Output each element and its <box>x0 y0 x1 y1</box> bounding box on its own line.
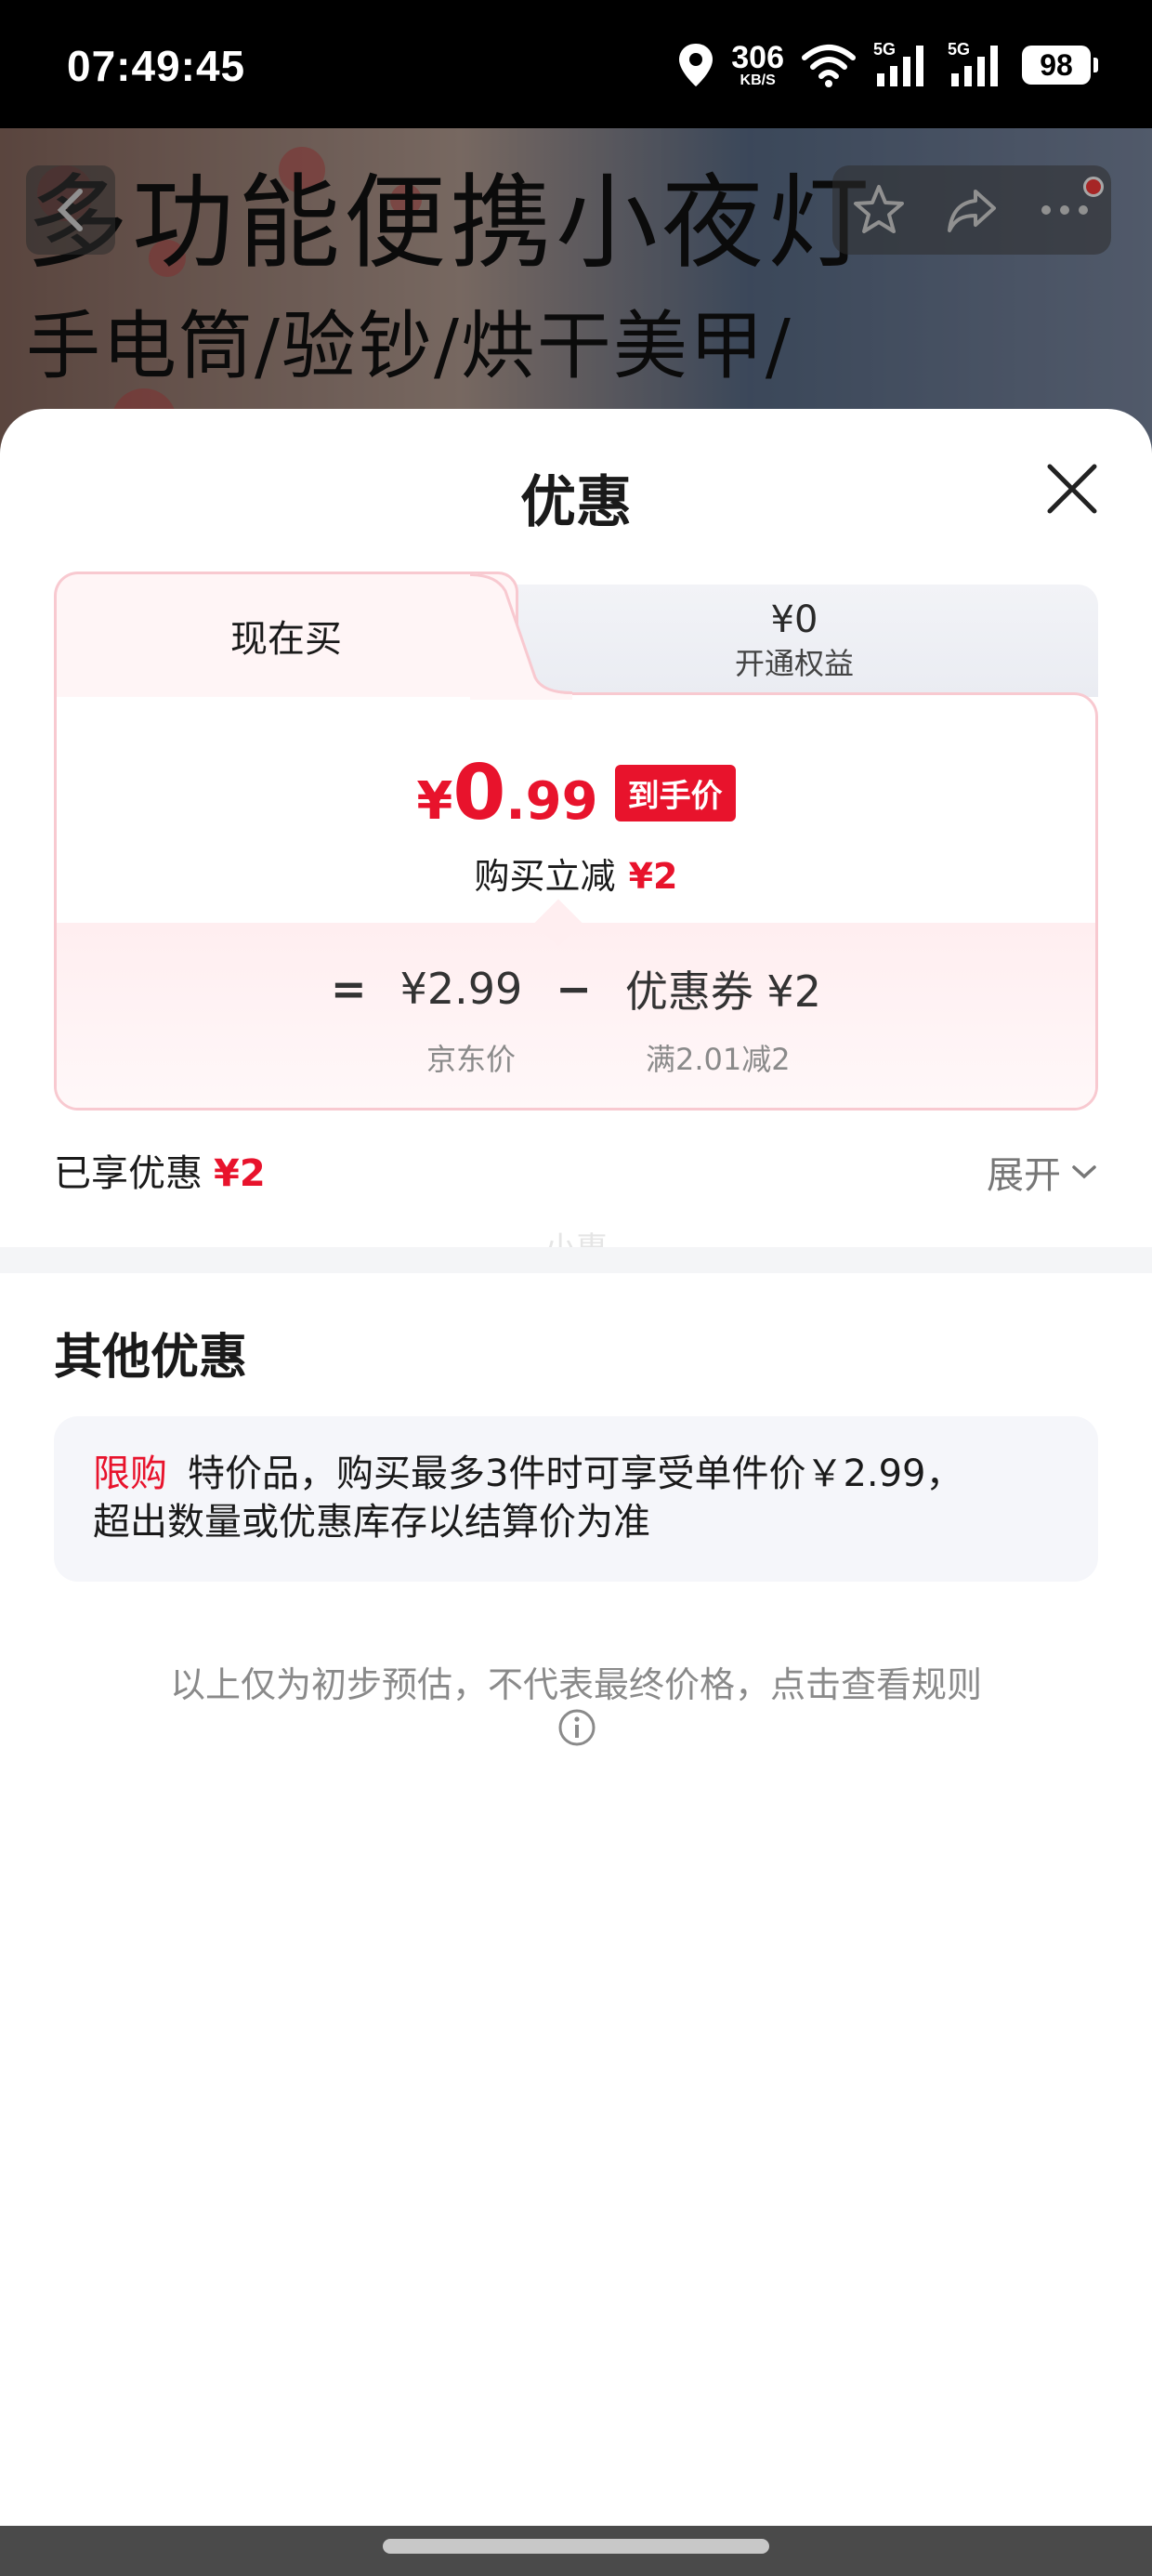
other-discounts-title: 其他优惠 <box>54 1330 248 1386</box>
battery-icon: 98 <box>1022 46 1098 85</box>
equals-sign: = <box>331 964 367 1014</box>
instant-reduce-row: 购买立减 ¥2 <box>57 848 1095 899</box>
limit-tag: 限购 <box>93 1452 167 1495</box>
tab-membership[interactable]: ¥0 开通权益 <box>491 585 1098 697</box>
membership-label: 开通权益 <box>734 645 854 681</box>
section-divider <box>0 1247 1152 1273</box>
price-card-body: ¥ 0 .99 到手价 购买立减 ¥2 = ¥2.99 − 优惠券 ¥2 京东价 … <box>54 692 1098 1111</box>
close-icon[interactable] <box>1044 461 1100 517</box>
limit-text-line2: 超出数量或优惠库存以结算价为准 <box>93 1501 650 1544</box>
breakdown-notch <box>534 899 583 947</box>
status-time: 07:49:45 <box>67 42 246 90</box>
instant-reduce-label: 购买立减 <box>474 856 616 897</box>
status-icons: 306 KB/S 5G 5G 98 <box>677 37 1098 93</box>
jd-price-value: ¥2.99 <box>399 964 523 1014</box>
enjoyed-value: ¥2 <box>214 1152 266 1195</box>
tab-buy-now[interactable]: 现在买 <box>54 572 518 697</box>
tab-slant-decoration <box>470 573 572 700</box>
purchase-limit-notice: 限购 特价品，购买最多3件时可享受单件价￥2.99， 超出数量或优惠库存以结算价为… <box>54 1416 1098 1582</box>
coupon-value: 优惠券 ¥2 <box>624 966 821 1017</box>
home-gesture-handle[interactable] <box>383 2539 769 2554</box>
final-price: ¥ 0 .99 <box>416 749 598 837</box>
enjoyed-discount: 已享优惠 ¥2 <box>54 1143 266 1197</box>
membership-amount: ¥0 <box>770 598 818 641</box>
wifi-icon <box>802 45 856 87</box>
chevron-down-icon <box>1072 1165 1096 1179</box>
final-price-badge: 到手价 <box>614 765 736 821</box>
final-price-row: ¥ 0 .99 到手价 <box>57 749 1095 837</box>
expand-button[interactable]: 展开 <box>987 1145 1098 1199</box>
network-speed: 306 KB/S <box>731 40 784 88</box>
instant-reduce-value: ¥2 <box>628 856 678 897</box>
price-disclaimer[interactable]: 以上仅为初步预估，不代表最终价格，点击查看规则 <box>0 1656 1152 1707</box>
sheet-title: 优惠 <box>520 470 632 535</box>
discount-sheet: 优惠 ¥0 开通权益 现在买 ¥ 0 .99 到手价 购买立减 ¥2 = ¥2.… <box>0 409 1152 2526</box>
signal-icon-sim2: 5G <box>948 40 1005 88</box>
info-icon[interactable] <box>557 1708 596 1747</box>
price-breakdown: = ¥2.99 − 优惠券 ¥2 京东价 满2.01减2 <box>57 899 1095 1108</box>
price-card: ¥0 开通权益 现在买 ¥ 0 .99 到手价 购买立减 ¥2 = ¥2.99 … <box>54 572 1098 1111</box>
location-icon <box>679 44 713 86</box>
limit-text-line1: 特价品，购买最多3件时可享受单件价￥2.99， <box>188 1452 963 1495</box>
breakdown-formula: = ¥2.99 − 优惠券 ¥2 <box>57 958 1095 1019</box>
coupon-rule: 满2.01减2 <box>646 1042 791 1077</box>
signal-icon-sim1: 5G <box>873 40 931 88</box>
minus-sign: − <box>556 964 592 1014</box>
tab-buy-now-label: 现在买 <box>230 618 342 661</box>
expand-label: 展开 <box>987 1154 1061 1197</box>
jd-price-label: 京东价 <box>426 1042 517 1077</box>
status-bar: 07:49:45 306 KB/S 5G 5G 98 <box>0 0 1152 128</box>
enjoyed-label: 已享优惠 <box>54 1152 203 1195</box>
